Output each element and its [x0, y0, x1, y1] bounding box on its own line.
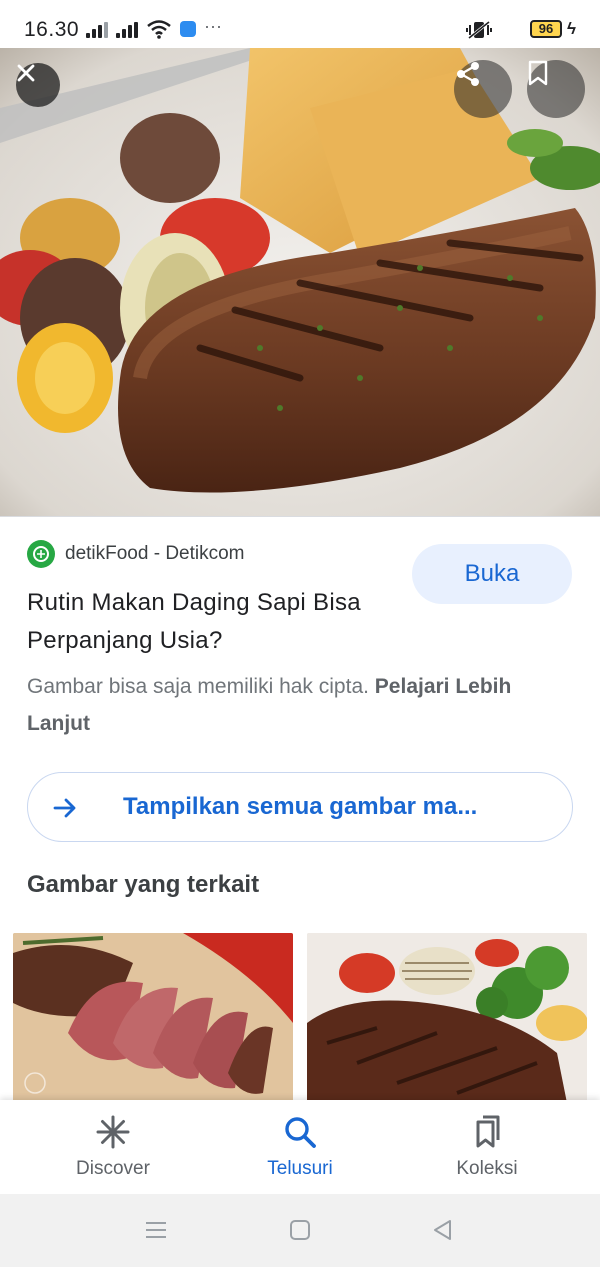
related-images-heading: Gambar yang terkait: [27, 871, 260, 898]
nav-item-search[interactable]: Telusuri: [200, 1100, 400, 1194]
see-all-label: Tampilkan semua gambar ma...: [123, 793, 478, 820]
collections-icon: [476, 1115, 500, 1148]
steak-vegetables-image: [307, 933, 587, 1103]
status-time: 16.30: [24, 18, 80, 41]
nav-item-collections[interactable]: Koleksi: [387, 1100, 587, 1194]
asterisk-icon: [96, 1115, 130, 1149]
share-icon: [457, 62, 479, 86]
close-icon: [17, 64, 35, 82]
system-navigation-bar: [0, 1194, 600, 1267]
charging-icon: ϟ: [567, 19, 576, 38]
steak-plate-image: [0, 48, 600, 516]
wifi-icon: [147, 20, 171, 39]
search-icon: [285, 1117, 316, 1148]
source-name: detikFood - Detikcom: [65, 543, 245, 564]
see-all-images-button[interactable]: Tampilkan semua gambar ma...: [27, 772, 573, 842]
battery-icon: 96: [530, 20, 562, 38]
divider: [0, 516, 600, 517]
overflow-indicator: ···: [204, 16, 222, 36]
nav-label-discover: Discover: [76, 1158, 150, 1179]
status-right: 96 ϟ: [466, 18, 576, 42]
copyright-notice: Gambar bisa saja memiliki hak cipta. Pel…: [27, 668, 572, 742]
bookmark-icon: [528, 60, 548, 86]
hero-image[interactable]: [0, 48, 600, 516]
sliced-steak-image: [13, 933, 293, 1103]
nav-label-collections: Koleksi: [456, 1158, 518, 1179]
nav-item-discover[interactable]: Discover: [13, 1100, 213, 1194]
share-button[interactable]: [454, 60, 512, 118]
close-button[interactable]: [16, 63, 60, 107]
copyright-text: Gambar bisa saja memiliki hak cipta.: [27, 675, 375, 698]
signal-icon: [86, 22, 110, 38]
open-button[interactable]: Buka: [412, 544, 572, 604]
home-icon[interactable]: [289, 1219, 311, 1241]
related-image-2[interactable]: [307, 933, 587, 1103]
result-title[interactable]: Rutin Makan Daging Sapi Bisa Perpanjang …: [27, 584, 397, 660]
signal-icon: [116, 22, 140, 38]
source-row[interactable]: detikFood - Detikcom: [27, 540, 245, 568]
save-button[interactable]: [527, 60, 585, 118]
vibrate-icon: [466, 20, 492, 40]
app-notification-icon: [180, 21, 196, 37]
arrow-right-icon: [53, 798, 76, 818]
source-logo-icon: [27, 540, 55, 568]
related-image-1[interactable]: [13, 933, 293, 1103]
bottom-navigation: Discover Telusuri Koleksi: [0, 1100, 600, 1194]
menu-icon[interactable]: [144, 1220, 168, 1240]
back-icon[interactable]: [431, 1218, 453, 1242]
nav-label-search: Telusuri: [267, 1158, 333, 1179]
